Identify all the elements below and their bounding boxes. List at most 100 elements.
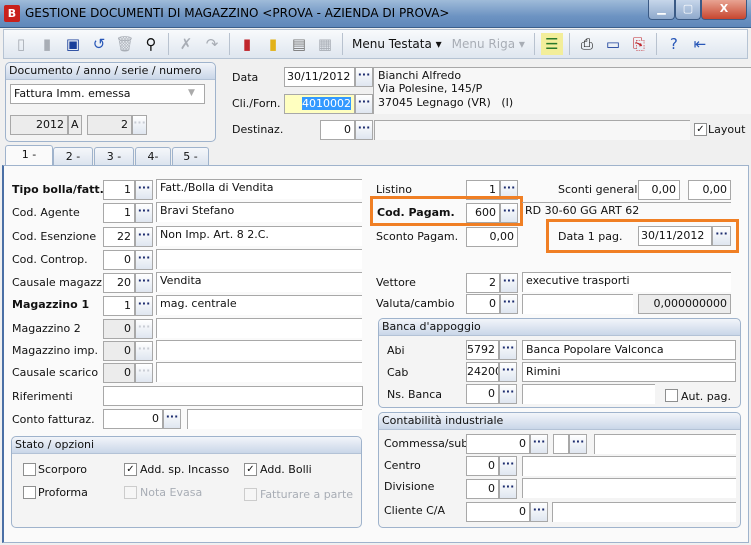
anno-field[interactable]: 2012 — [10, 115, 68, 135]
causale-scarico-lookup-button[interactable]: ··· — [135, 363, 153, 383]
cli-forn-field[interactable]: 4010002 — [284, 94, 355, 114]
tab-note[interactable]: 5 - Note — [172, 147, 209, 180]
monitor-icon[interactable]: ▭ — [602, 33, 624, 55]
valuta-lookup-button[interactable]: ··· — [500, 294, 518, 314]
centro-field[interactable]: 0 — [466, 456, 499, 476]
commessa-lookup-button[interactable]: ··· — [530, 434, 548, 454]
tipo-lookup-button[interactable]: ··· — [135, 180, 153, 200]
scorporo-checkbox[interactable] — [23, 463, 36, 476]
redo-icon[interactable]: ↷ — [201, 33, 223, 55]
magazzino-imp-lookup-button[interactable]: ··· — [135, 341, 153, 361]
commessa-field[interactable]: 0 — [466, 434, 530, 454]
magazzino2-lookup-button[interactable]: ··· — [135, 319, 153, 339]
cli-forn-lookup-button[interactable]: ··· — [355, 94, 373, 114]
conto-lookup-button[interactable]: ··· — [163, 409, 181, 429]
destinaz-lookup-button[interactable]: ··· — [355, 120, 373, 140]
cancel-edit-icon[interactable]: ✗ — [175, 33, 197, 55]
incasso-checkbox[interactable]: ✓ — [124, 463, 137, 476]
cambio-field[interactable]: 0,000000000 — [638, 294, 731, 314]
cab-lookup-button[interactable]: ··· — [499, 362, 517, 382]
data-lookup-button[interactable]: ··· — [355, 67, 373, 87]
vettore-lookup-button[interactable]: ··· — [500, 273, 518, 293]
new-document-icon[interactable]: ▯ — [10, 33, 32, 55]
tipo-field[interactable]: 1 — [103, 180, 135, 200]
sconto2-field[interactable]: 0,00 — [688, 180, 731, 200]
maximize-button[interactable]: ▢ — [675, 0, 701, 20]
close-button[interactable]: X — [701, 0, 747, 20]
numero-lookup-button[interactable]: ··· — [132, 115, 147, 135]
ns-banca-lookup-button[interactable]: ··· — [499, 384, 517, 404]
magazzino2-field[interactable]: 0 — [103, 319, 135, 339]
yellow-book-icon[interactable]: ▮ — [262, 33, 284, 55]
red-book-icon[interactable]: ▮ — [236, 33, 258, 55]
subcommessa-field[interactable] — [553, 434, 569, 454]
tab-varie[interactable]: 4- Varie — [135, 147, 171, 180]
numero-field[interactable]: 2 — [87, 115, 132, 135]
save-icon[interactable]: ▣ — [62, 33, 84, 55]
nota-evasa-checkbox[interactable] — [124, 486, 137, 499]
data-field[interactable]: 30/11/2012 — [284, 67, 355, 87]
page-icon[interactable]: ▤ — [288, 33, 310, 55]
cliente-ca-lookup-button[interactable]: ··· — [530, 502, 548, 522]
sconto-pagam-field[interactable]: 0,00 — [466, 227, 518, 247]
magazzino-imp-field[interactable]: 0 — [103, 341, 135, 361]
tipo-label: Tipo bolla/fatt. — [12, 183, 104, 196]
cod-pagam-lookup-button[interactable]: ··· — [500, 203, 518, 223]
divisione-lookup-button[interactable]: ··· — [499, 479, 517, 499]
tab-testata[interactable]: 1 - Testata — [5, 145, 53, 178]
cod-pagam-field[interactable]: 600 — [466, 203, 500, 223]
proforma-checkbox[interactable] — [23, 486, 36, 499]
valuta-field[interactable]: 0 — [466, 294, 500, 314]
esenzione-field[interactable]: 22 — [103, 227, 135, 247]
help-icon[interactable]: ? — [663, 33, 685, 55]
undo-icon[interactable]: ↺ — [88, 33, 110, 55]
agente-field[interactable]: 1 — [103, 203, 135, 223]
bolli-checkbox[interactable]: ✓ — [244, 463, 257, 476]
fatturare-checkbox[interactable] — [244, 488, 257, 501]
destinaz-description — [374, 120, 690, 140]
tab-corpo[interactable]: 2 - Corpo — [53, 147, 93, 180]
serie-field[interactable]: A — [68, 115, 82, 135]
exit-icon[interactable]: ⇤ — [689, 33, 711, 55]
controp-field[interactable]: 0 — [103, 250, 135, 270]
causale-field[interactable]: 20 — [103, 273, 135, 293]
aut-pag-checkbox[interactable] — [665, 389, 678, 402]
riferimenti-field[interactable] — [103, 386, 363, 406]
controp-lookup-button[interactable]: ··· — [135, 250, 153, 270]
ns-banca-field[interactable]: 0 — [466, 384, 499, 404]
conto-field[interactable]: 0 — [103, 409, 163, 429]
vettore-field[interactable]: 2 — [466, 273, 500, 293]
causale-scarico-field[interactable]: 0 — [103, 363, 135, 383]
list-options-icon[interactable]: ☰ — [540, 33, 563, 55]
cliente-ca-field[interactable]: 0 — [466, 502, 530, 522]
abi-lookup-button[interactable]: ··· — [499, 340, 517, 360]
keyboard-icon[interactable]: ▦ — [314, 33, 336, 55]
magazzino1-lookup-button[interactable]: ··· — [135, 296, 153, 316]
destinaz-field[interactable]: 0 — [320, 120, 355, 140]
document-group-header: Documento / anno / serie / numero — [6, 63, 215, 80]
menu-riga[interactable]: Menu Riga ▾ — [449, 37, 528, 51]
pdf-icon[interactable]: ⎘ — [628, 33, 650, 55]
data1-field[interactable]: 30/11/2012 — [638, 226, 712, 246]
document-type-select[interactable]: Fattura Imm. emessa — [10, 84, 205, 104]
esenzione-lookup-button[interactable]: ··· — [135, 227, 153, 247]
centro-lookup-button[interactable]: ··· — [499, 456, 517, 476]
tab-piede[interactable]: 3 - Piede — [94, 147, 134, 180]
abi-field[interactable]: 5792 — [466, 340, 499, 360]
sconto1-field[interactable]: 0,00 — [638, 180, 680, 200]
binoculars-icon[interactable]: ⚲ — [140, 33, 162, 55]
agente-lookup-button[interactable]: ··· — [135, 203, 153, 223]
menu-testata[interactable]: Menu Testata ▾ — [349, 37, 445, 51]
magazzino1-field[interactable]: 1 — [103, 296, 135, 316]
causale-lookup-button[interactable]: ··· — [135, 273, 153, 293]
printer-icon[interactable]: ⎙ — [576, 33, 598, 55]
minimize-button[interactable]: ▁ — [648, 0, 675, 20]
delete-icon[interactable]: 🗑 — [114, 33, 136, 55]
data1-lookup-button[interactable]: ··· — [712, 226, 731, 246]
divisione-field[interactable]: 0 — [466, 479, 499, 499]
subcommessa-lookup-button[interactable]: ··· — [569, 434, 587, 454]
chevron-down-icon[interactable]: ▼ — [188, 88, 195, 98]
cab-field[interactable]: 24200 — [466, 362, 499, 382]
open-folder-icon[interactable]: ▮ — [36, 33, 58, 55]
layout-checkbox[interactable]: ✓ — [694, 123, 707, 136]
